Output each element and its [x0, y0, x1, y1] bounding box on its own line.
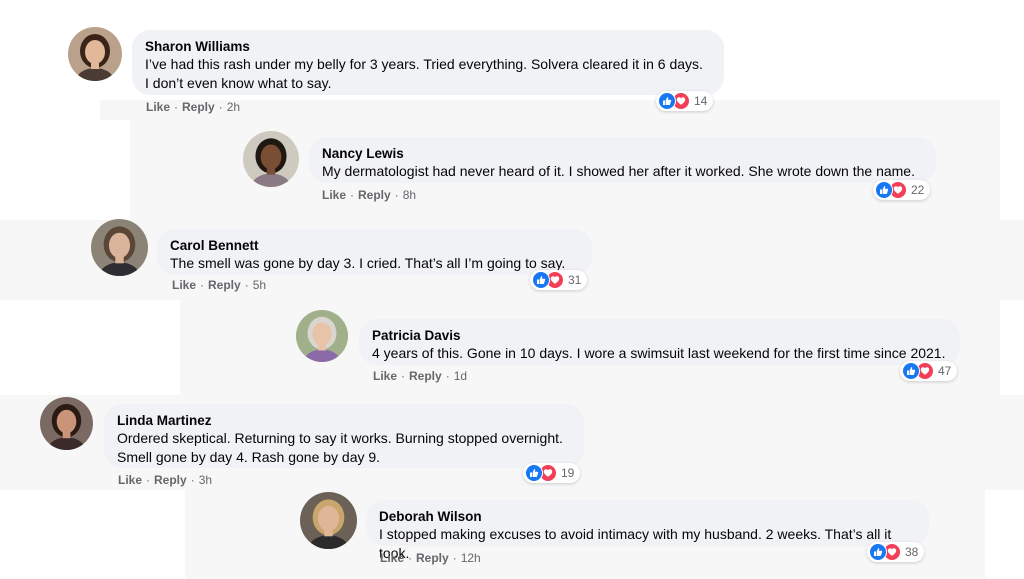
comment-author[interactable]: Nancy Lewis [322, 145, 923, 162]
reaction-count: 38 [905, 545, 919, 559]
thumbs-up-icon [875, 181, 893, 199]
reply-link[interactable]: Reply [182, 100, 215, 114]
comment-author[interactable]: Patricia Davis [372, 327, 947, 344]
comment-actions: Like · Reply · 2h [146, 100, 241, 114]
comment-author[interactable]: Deborah Wilson [379, 508, 916, 525]
avatar-photo [300, 492, 357, 549]
reaction-summary[interactable]: 22 [873, 180, 931, 200]
comment-actions: Like · Reply · 8h [322, 188, 417, 202]
thumbs-up-icon [532, 271, 550, 289]
comment-bubble: Nancy Lewis My dermatologist had never h… [309, 137, 936, 183]
avatar[interactable] [243, 131, 299, 187]
comment-author[interactable]: Linda Martinez [117, 412, 571, 429]
comment-bubble: Patricia Davis 4 years of this. Gone in … [359, 319, 960, 365]
reply-link[interactable]: Reply [416, 551, 449, 565]
like-link[interactable]: Like [172, 278, 196, 292]
thumbs-up-icon [902, 362, 920, 380]
avatar[interactable] [296, 310, 348, 362]
reaction-summary[interactable]: 14 [656, 91, 714, 111]
thumbs-up-icon [869, 543, 887, 561]
like-link[interactable]: Like [373, 369, 397, 383]
comment-bubble: Sharon Williams I’ve had this rash under… [132, 30, 724, 95]
comment-bubble: Linda Martinez Ordered skeptical. Return… [104, 404, 584, 468]
avatar[interactable] [40, 397, 93, 450]
reaction-count: 14 [694, 94, 708, 108]
thumbs-up-icon [658, 92, 676, 110]
avatar-photo [68, 27, 122, 81]
comment-actions: Like · Reply · 1d [373, 369, 468, 383]
avatar-photo [243, 131, 299, 187]
avatar[interactable] [68, 27, 122, 81]
like-link[interactable]: Like [380, 551, 404, 565]
comment-actions: Like · Reply · 12h [380, 551, 481, 565]
reply-link[interactable]: Reply [409, 369, 442, 383]
comment-time[interactable]: 3h [199, 473, 212, 487]
comment-actions: Like · Reply · 3h [118, 473, 213, 487]
reaction-summary[interactable]: 31 [530, 270, 588, 290]
reaction-count: 31 [568, 273, 582, 287]
comment-time[interactable]: 1d [454, 369, 467, 383]
comment-text: I’ve had this rash under my belly for 3 … [145, 56, 703, 91]
comment-time[interactable]: 12h [461, 551, 481, 565]
avatar[interactable] [300, 492, 357, 549]
comment-author[interactable]: Carol Bennett [170, 237, 579, 254]
avatar[interactable] [91, 219, 148, 276]
reaction-count: 19 [561, 466, 575, 480]
comment-text: Ordered skeptical. Returning to say it w… [117, 430, 563, 465]
comment-time[interactable]: 5h [253, 278, 266, 292]
reply-link[interactable]: Reply [154, 473, 187, 487]
like-link[interactable]: Like [118, 473, 142, 487]
comment-author[interactable]: Sharon Williams [145, 38, 711, 55]
reply-link[interactable]: Reply [358, 188, 391, 202]
comment-text: 4 years of this. Gone in 10 days. I wore… [372, 345, 946, 361]
reaction-count: 47 [938, 364, 952, 378]
comment-text: The smell was gone by day 3. I cried. Th… [170, 255, 566, 271]
comment-bubble: Carol Bennett The smell was gone by day … [157, 229, 592, 275]
comment-text: My dermatologist had never heard of it. … [322, 163, 915, 179]
comment-time[interactable]: 8h [403, 188, 416, 202]
comment-time[interactable]: 2h [227, 100, 240, 114]
avatar-photo [91, 219, 148, 276]
comment-actions: Like · Reply · 5h [172, 278, 267, 292]
like-link[interactable]: Like [146, 100, 170, 114]
reaction-summary[interactable]: 19 [523, 463, 581, 483]
thumbs-up-icon [525, 464, 543, 482]
comment-bubble: Deborah Wilson I stopped making excuses … [366, 500, 929, 561]
reply-link[interactable]: Reply [208, 278, 241, 292]
avatar-photo [40, 397, 93, 450]
like-link[interactable]: Like [322, 188, 346, 202]
reaction-summary[interactable]: 38 [867, 542, 925, 562]
reaction-count: 22 [911, 183, 925, 197]
reaction-summary[interactable]: 47 [900, 361, 958, 381]
avatar-photo [296, 310, 348, 362]
